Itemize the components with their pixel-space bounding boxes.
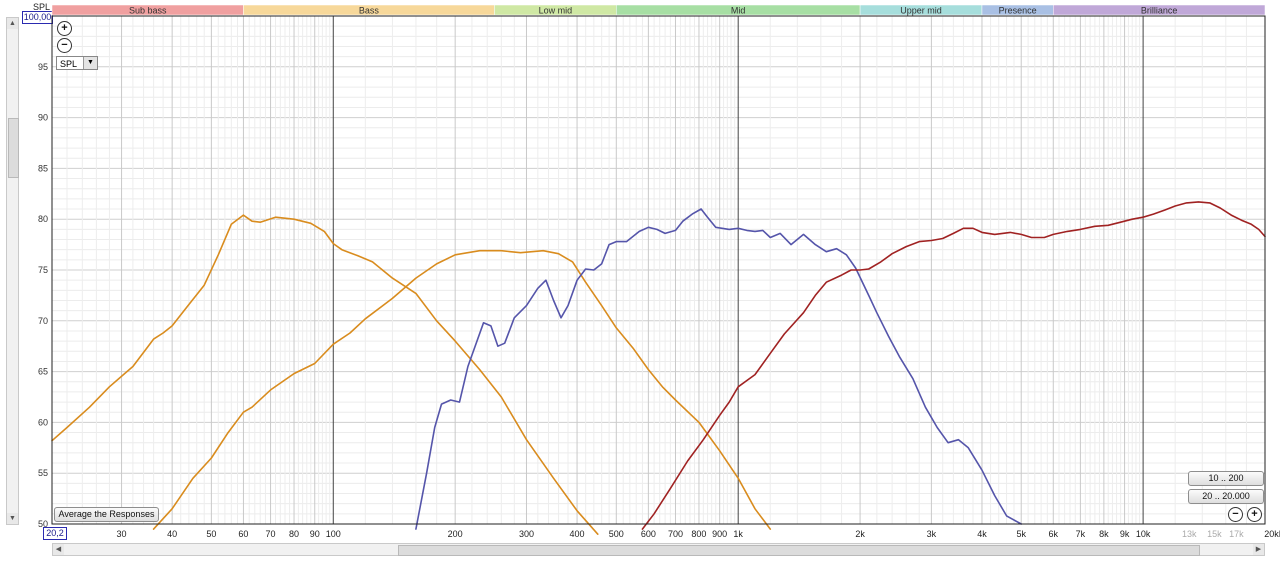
x-tick-label: 6k (1049, 529, 1059, 539)
x-tick-label: 100 (326, 529, 341, 539)
y-tick-labels: 50556065707580859095 (38, 62, 48, 529)
x-tick-label: 5k (1016, 529, 1026, 539)
band-label-upper-mid: Upper mid (900, 6, 942, 16)
band-label-mid: Mid (731, 6, 746, 16)
y-tick-label: 55 (38, 468, 48, 478)
x-tick-label: 2k (855, 529, 865, 539)
frequency-response-chart[interactable]: Sub bass Bass Low mid Mid Upper mid Presence B… (0, 0, 1280, 563)
band-label-low-mid: Low mid (539, 6, 573, 16)
x-tick-label: 300 (519, 529, 534, 539)
horizontal-scroll-thumb[interactable] (398, 545, 1200, 556)
y-tick-label: 90 (38, 113, 48, 123)
x-tick-label: 50 (206, 529, 216, 539)
y-tick-label: 65 (38, 367, 48, 377)
x-tick-label: 90 (310, 529, 320, 539)
band-label-brilliance: Brilliance (1141, 6, 1178, 16)
x-zoom-in-icon[interactable]: + (1247, 507, 1262, 522)
y-tick-label: 95 (38, 62, 48, 72)
x-tick-label: 500 (609, 529, 624, 539)
series-lines (51, 201, 1266, 535)
y-tick-label: 75 (38, 265, 48, 275)
x-tick-label: 900 (712, 529, 727, 539)
band-label-sub-bass: Sub bass (129, 6, 167, 16)
app-window: SPL 100,00 ▲ ▼ Sub bass Bass Low mid Mid Upp… (0, 0, 1280, 563)
band-label-presence: Presence (999, 6, 1037, 16)
range-20-20000-button[interactable]: 20 .. 20.000 (1188, 489, 1264, 504)
grid (52, 15, 1265, 525)
x-tick-label: 800 (691, 529, 706, 539)
x-tick-label: 30 (117, 529, 127, 539)
x-tick-label: 13k (1182, 529, 1197, 539)
average-responses-button[interactable]: Average the Responses (54, 507, 159, 522)
response-curve-1 (51, 214, 599, 535)
band-header: Sub bass Bass Low mid Mid Upper mid Presence B… (51, 4, 1266, 16)
x-tick-label: 17k (1229, 529, 1244, 539)
y-tick-label: 80 (38, 214, 48, 224)
scroll-right-icon[interactable]: ▶ (1253, 544, 1264, 555)
range-10-200-button[interactable]: 10 .. 200 (1188, 471, 1264, 486)
x-tick-label: 60 (238, 529, 248, 539)
x-tick-label: 600 (641, 529, 656, 539)
measure-select[interactable]: SPL ▼ (56, 56, 98, 70)
x-zoom-out-icon[interactable]: − (1228, 507, 1243, 522)
y-tick-label: 70 (38, 316, 48, 326)
x-tick-label: 700 (668, 529, 683, 539)
x-tick-label: 1k (733, 529, 743, 539)
x-tick-label: 15k (1207, 529, 1222, 539)
x-tick-label: 400 (570, 529, 585, 539)
measure-select-value: SPL (60, 59, 78, 69)
x-tick-label: 4k (977, 529, 987, 539)
x-tick-label: 80 (289, 529, 299, 539)
x-tick-label: 40 (167, 529, 177, 539)
zoom-out-icon[interactable]: − (57, 38, 72, 53)
response-curve-3 (415, 208, 1022, 530)
x-tick-labels: 30 40 50 60 70 80 90 100 200 300 400 500 600 700 800 90… (117, 529, 1280, 539)
scroll-left-icon[interactable]: ◀ (53, 544, 64, 555)
x-tick-label: 3k (927, 529, 937, 539)
x-tick-label: 9k (1120, 529, 1130, 539)
y-tick-label: 60 (38, 417, 48, 427)
x-tick-label: 8k (1099, 529, 1109, 539)
x-tick-label: 10k (1136, 529, 1151, 539)
chevron-down-icon[interactable]: ▼ (83, 57, 97, 69)
x-tick-label: 7k (1076, 529, 1086, 539)
horizontal-scrollbar[interactable]: ◀ ▶ (52, 543, 1265, 556)
band-label-bass: Bass (359, 6, 380, 16)
y-tick-label: 85 (38, 163, 48, 173)
x-tick-label: 20kHz (1264, 529, 1280, 539)
zoom-in-icon[interactable]: + (57, 21, 72, 36)
x-min-field[interactable]: 20,2 (43, 527, 67, 540)
x-tick-label: 70 (266, 529, 276, 539)
x-tick-label: 200 (448, 529, 463, 539)
